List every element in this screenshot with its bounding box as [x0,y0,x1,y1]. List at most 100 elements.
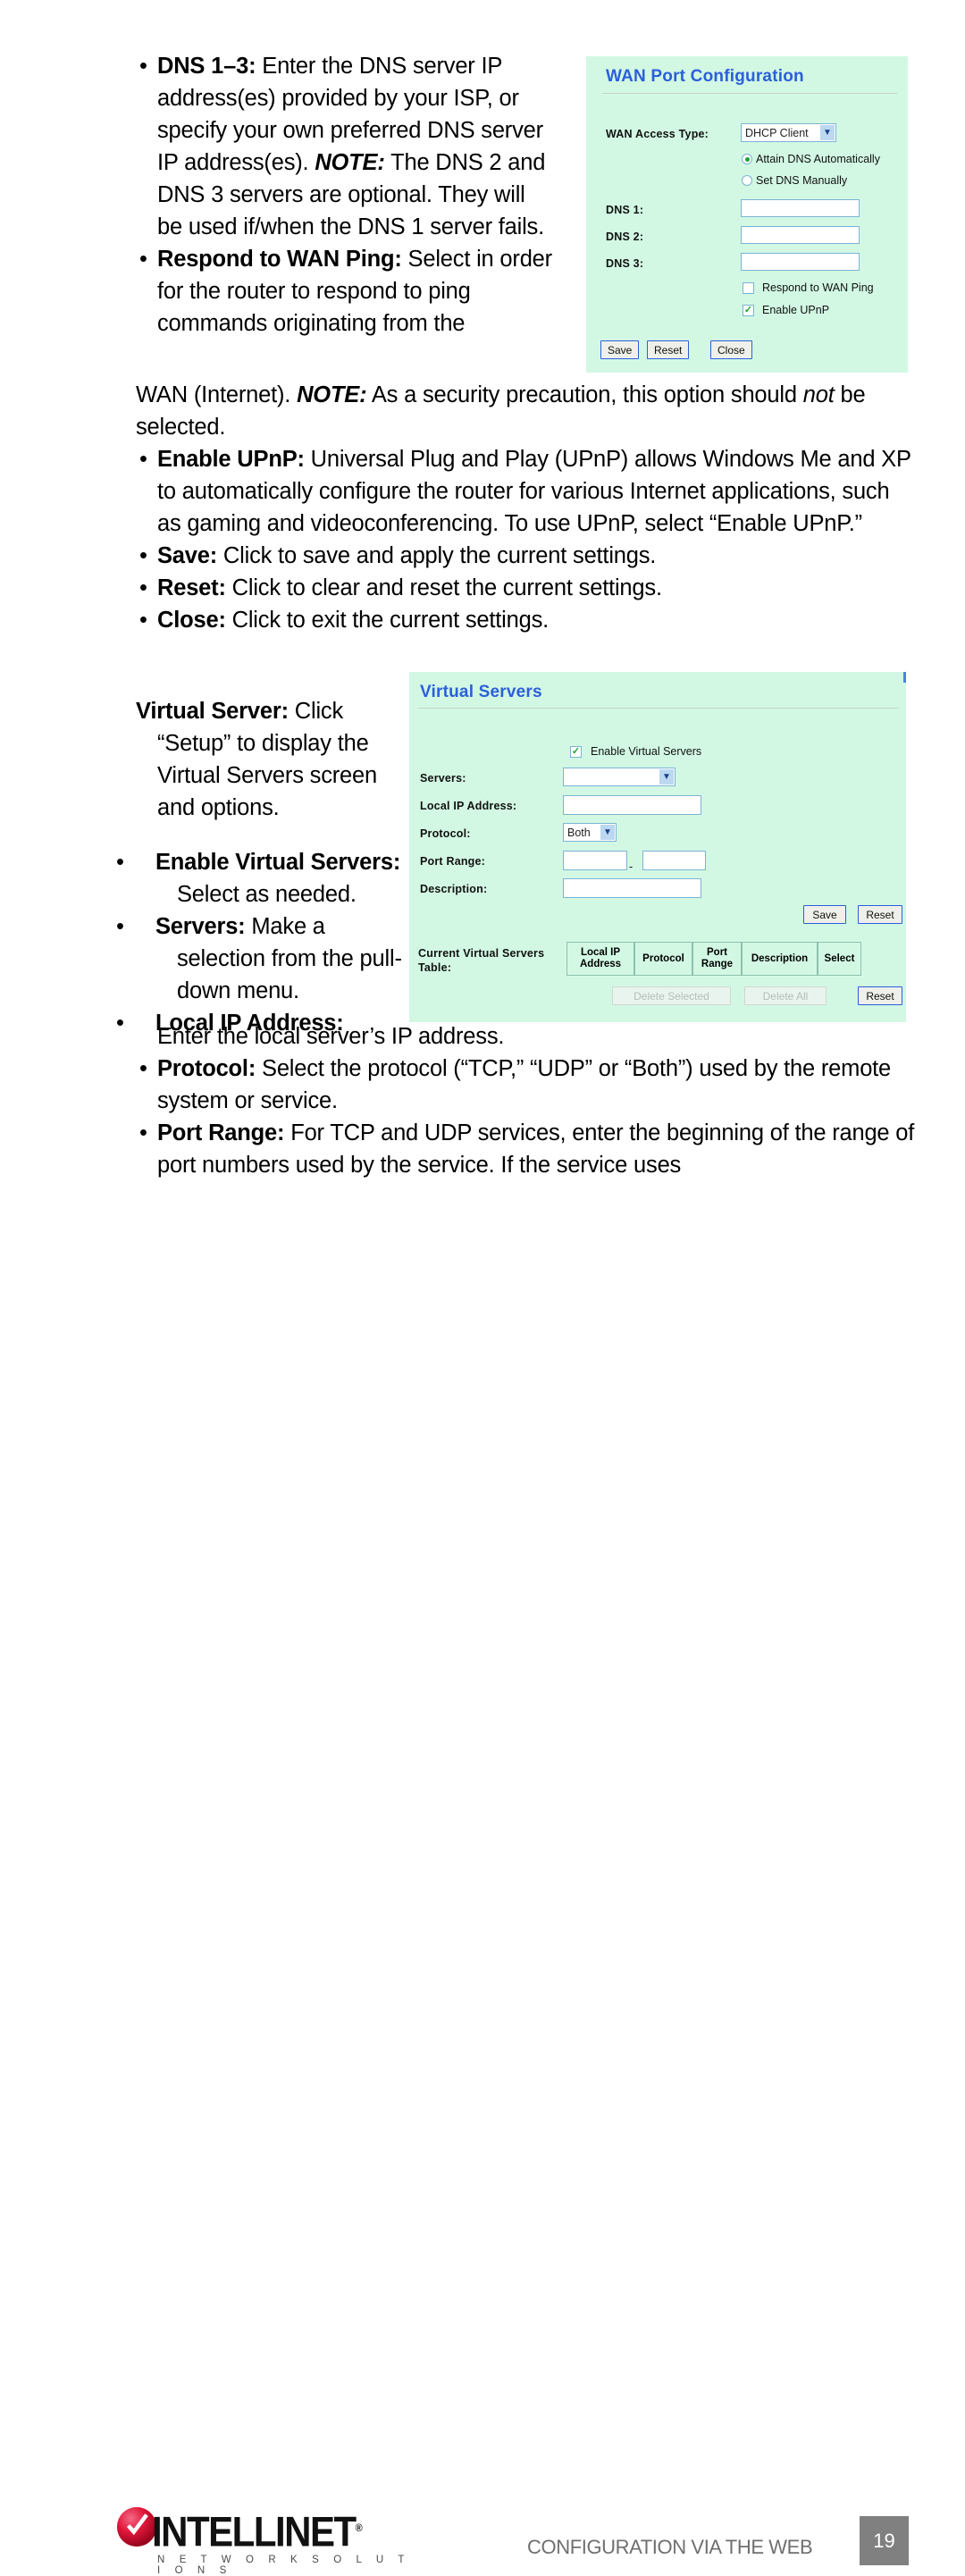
vs-panel-divider [418,708,899,709]
vs-delete-selected-button[interactable]: Delete Selected [612,986,731,1005]
text-block-top: DNS 1–3: Enter the DNS server IP address… [136,50,556,340]
chevron-down-icon: ▼ [659,769,674,785]
vs-table-label-line2: Table: [418,961,452,974]
bullet-close: Close: Click to exit the current setting… [136,604,919,636]
logo-wordmark: INTELLINET® [152,2508,363,2556]
wan-access-type-value: DHCP Client [745,126,809,139]
manual-page: DNS 1–3: Enter the DNS server IP address… [0,0,965,2576]
table-header-local-ip-address: Local IP Address [566,942,634,976]
emphasis-not: not [802,382,835,407]
bullet-upnp: Enable UPnP: Universal Plug and Play (UP… [136,443,919,540]
chevron-down-icon: ▼ [600,825,615,840]
checkbox-enable-virtual-servers[interactable]: ✓ [570,745,582,758]
text-local-ip-continuation: Enter the local server’s IP address. [157,1024,505,1049]
text-block-mid: WAN (Internet). NOTE: As a security prec… [136,379,919,636]
vs-servers-select[interactable]: ▼ [563,768,676,786]
th-port-line1: Port [707,947,727,958]
radio-set-dns-manually-label: Set DNS Manually [756,174,848,187]
wan-check-wanping-row[interactable]: Respond to WAN Ping [743,281,874,294]
wan-radio-attain-row[interactable]: Attain DNS Automatically [742,153,880,165]
vs-table-label-line1: Current Virtual Servers [418,947,545,960]
vs-local-ip-label: Local IP Address: [420,800,517,812]
current-virtual-servers-table: Local IP Address Protocol Port Range Descr… [566,942,861,976]
vs-port-range-separator: - [629,860,634,873]
wan-radio-manual-row[interactable]: Set DNS Manually [742,174,847,187]
text-reset: Click to clear and reset the current set… [225,575,662,600]
vs-delete-all-button[interactable]: Delete All [744,986,827,1005]
vs-reset-button[interactable]: Reset [858,905,902,924]
th-port-line2: Range [701,959,734,969]
note-label-wanping: NOTE: [297,382,367,407]
vs-port-range-label: Port Range: [420,855,486,868]
text-protocol: Select the protocol (“TCP,” “UDP” or “Bo… [157,1056,892,1113]
dns1-label: DNS 1: [606,204,644,216]
dns2-input[interactable] [741,226,860,244]
text-block-virtual-server: Virtual Server: Click “Setup” to display… [114,672,409,1039]
logo-wordmark-text: INTELLINET [152,2508,357,2555]
radio-attain-dns-label: Attain DNS Automatically [756,153,880,165]
wan-access-type-select[interactable]: DHCP Client ▼ [741,123,836,142]
text-close: Click to exit the current settings. [225,608,550,633]
vs-protocol-select[interactable]: Both ▼ [563,823,617,842]
table-header-port-range: Port Range [692,942,742,976]
page-number-badge: 19 [860,2516,909,2565]
bullet-dns: DNS 1–3: Enter the DNS server IP address… [136,50,556,243]
chevron-down-icon: ▼ [820,125,835,140]
term-protocol: Protocol: [157,1056,256,1081]
term-close: Close: [157,608,226,633]
vs-servers-label: Servers: [420,772,466,785]
logo-tagline: N E T W O R K S O L U T I O N S [157,2555,410,2576]
term-dns: DNS 1–3: [157,54,256,79]
th-local-ip-line1: Local IP [580,947,621,958]
vs-local-ip-input[interactable] [563,795,701,815]
radio-attain-dns-automatically[interactable] [742,154,752,164]
intellinet-logo: INTELLINET® N E T W O R K S O L U T I O … [116,2505,411,2576]
radio-set-dns-manually[interactable] [742,175,752,186]
term-enable-virtual-servers: Enable Virtual Servers: [155,850,401,875]
page-footer: INTELLINET® N E T W O R K S O L U T I O … [0,1246,965,2576]
checkbox-enable-upnp[interactable]: ✓ [743,304,754,316]
wan-port-configuration-screenshot: WAN Port Configuration WAN Access Type: … [586,56,908,373]
wan-panel-divider [602,93,897,94]
th-local-ip-line2: Address [579,959,622,969]
bullet-enable-virtual-servers: Enable Virtual Servers: Select as needed… [136,846,409,910]
vs-description-input[interactable] [563,878,701,898]
bullet-servers: Servers: Make a selection from the pull-… [136,910,409,1007]
term-save: Save: [157,543,218,568]
trademark-icon: ® [355,2521,363,2535]
table-header-select: Select [818,942,861,976]
wan-check-upnp-row[interactable]: ✓ Enable UPnP [743,304,829,316]
checkbox-enable-upnp-label: Enable UPnP [762,304,830,316]
dns1-input[interactable] [741,199,860,217]
text-save: Click to save and apply the current sett… [217,543,657,568]
wan-access-type-label: WAN Access Type: [606,128,709,140]
dns2-label: DNS 2: [606,231,644,243]
virtual-servers-screenshot: Virtual Servers ✓ Enable Virtual Servers… [409,672,906,1022]
wan-close-button[interactable]: Close [710,340,752,359]
dns3-label: DNS 3: [606,257,644,270]
bullet-port-range: Port Range: For TCP and UDP services, en… [136,1117,919,1181]
vs-table-reset-button[interactable]: Reset [858,986,902,1005]
text-wanping-b: As a security precaution, this option sh… [366,382,803,407]
wan-reset-button[interactable]: Reset [647,340,690,359]
term-wanping: Respond to WAN Ping: [157,247,402,272]
vs-description-label: Description: [420,883,488,895]
vs-protocol-value: Both [567,826,591,839]
bullet-reset: Reset: Click to clear and reset the curr… [136,572,919,604]
table-header-description: Description [742,942,818,976]
text-block-bottom: Enter the local server’s IP address. Pro… [136,1020,919,1181]
vs-save-button[interactable]: Save [803,905,846,924]
wan-save-button[interactable]: Save [600,340,640,359]
heading-virtual-server: Virtual Server: Click “Setup” to display… [114,695,409,824]
dns3-input[interactable] [741,253,860,271]
vs-port-range-from-input[interactable] [563,851,627,870]
vs-check-enable-row[interactable]: ✓ Enable Virtual Servers [570,745,701,758]
text-wanping-a: WAN (Internet). [136,382,298,407]
checkbox-respond-to-wan-ping[interactable] [743,281,754,294]
vs-protocol-label: Protocol: [420,827,471,840]
vs-port-range-to-input[interactable] [642,851,706,870]
checkbox-enable-virtual-servers-label: Enable Virtual Servers [591,745,702,758]
scrollbar-mark[interactable] [903,672,906,683]
term-virtual-server: Virtual Server: [136,698,289,724]
table-header-protocol: Protocol [634,942,692,976]
